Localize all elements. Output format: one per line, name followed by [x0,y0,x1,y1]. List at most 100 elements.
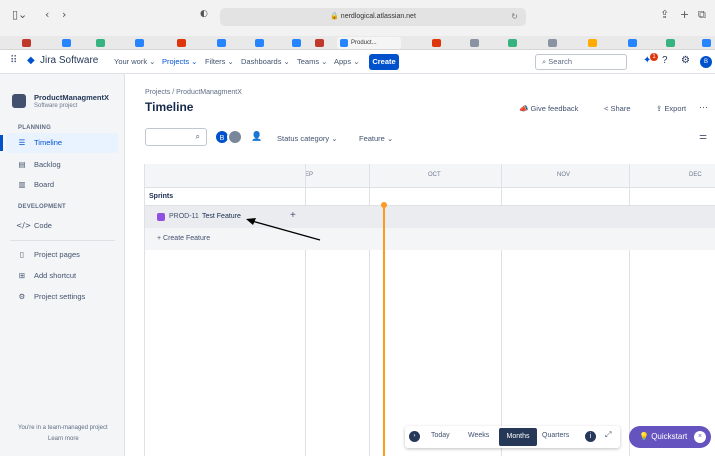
search-icon: ⌕ [542,57,547,66]
give-feedback-button[interactable]: 📣 Give feedback [519,104,578,113]
info-icon[interactable]: i [585,431,596,442]
breadcrumb: Projects / ProductManagmentX [145,89,242,96]
sidebar-item-label: Backlog [34,160,61,169]
sidebar-item-timeline[interactable]: ☰ Timeline [0,133,118,153]
address-bar[interactable]: 🔒 nerdlogical.atlassian.net ↻ [220,8,526,26]
forward-icon[interactable]: › [62,8,66,21]
favorite-tab-icon[interactable] [702,39,711,47]
month-label: OCT [428,172,441,178]
favorite-tab-icon[interactable] [255,39,264,47]
fullscreen-icon[interactable]: ⤢ [605,430,611,440]
settings-icon[interactable]: ⚙ [681,55,690,66]
favorite-tab-icon[interactable] [22,39,31,47]
back-icon[interactable]: ‹ [45,8,49,21]
learn-more-link[interactable]: Learn more [48,436,79,442]
backlog-icon: ▤ [18,160,26,169]
scroll-to-today-icon[interactable]: › [409,431,420,442]
sidebar-toggle-icon[interactable]: ▯⌄ [12,8,27,21]
favorite-tab-icon[interactable] [508,39,517,47]
sidebar-item-label: Timeline [34,138,63,147]
sidebar-item-code[interactable]: </> Code [16,221,52,230]
nav-projects[interactable]: Projects ⌄ [162,57,197,66]
status-category-filter[interactable]: Status category ⌄ [277,134,338,143]
favorites-bar: Product... [0,36,715,50]
project-name[interactable]: ProductManagmentX [34,93,109,102]
sidebar-footer-text: You're in a team-managed project [18,425,108,431]
code-icon: </> [16,221,32,230]
quickstart-button[interactable]: 💡 Quickstart × [629,426,711,448]
development-heading: DEVELOPMENT [18,204,66,210]
issue-key[interactable]: PROD-11 [169,213,199,220]
unassigned-avatar[interactable] [227,129,243,145]
nav-dashboards[interactable]: Dashboards ⌄ [241,57,290,66]
favorite-tab-icon[interactable] [432,39,441,47]
tab-overview-icon[interactable]: ⧉ [698,8,706,22]
search-input[interactable]: ⌕ Search [535,54,627,70]
favorite-tab-icon[interactable] [588,39,597,47]
close-icon[interactable]: × [694,431,706,443]
favorite-tab-icon[interactable] [666,39,675,47]
favorite-tab-icon[interactable] [548,39,557,47]
megaphone-icon: 📣 [519,104,529,113]
favorite-tab-icon[interactable] [292,39,301,47]
nav-projects-label: Projects [162,57,190,66]
nav-your-work[interactable]: Your work ⌄ [114,57,155,66]
gear-icon: ⚙ [18,292,26,301]
favorite-tab-icon[interactable] [628,39,637,47]
create-button[interactable]: Create [369,54,399,70]
feature-row[interactable]: PROD-11 Test Feature + [145,206,715,228]
jira-logo-text[interactable]: Jira Software [40,55,98,66]
help-icon[interactable]: ? [662,55,668,66]
today-button[interactable]: Today [431,432,450,439]
quarters-button[interactable]: Quarters [542,432,569,439]
sidebar-item-add-shortcut[interactable]: ⊞ Add shortcut [16,271,76,280]
annotation-arrow-icon [246,218,321,241]
favorite-tab-icon[interactable] [62,39,71,47]
favorite-tab-icon[interactable] [177,39,186,47]
sidebar-item-label: Add shortcut [34,271,77,280]
sidebar-item-label: Board [34,180,55,189]
share-sheet-icon[interactable]: ⇪ [660,8,669,21]
sidebar-item-backlog[interactable]: ▤ Backlog [16,160,61,169]
sidebar-item-label: Code [34,221,52,230]
breadcrumb-projects[interactable]: Projects [145,89,170,96]
weeks-button[interactable]: Weeks [468,432,489,439]
breadcrumb-project[interactable]: ProductManagmentX [176,89,242,96]
user-avatar[interactable]: B [700,56,712,68]
share-label: Share [610,104,631,113]
create-feature-row[interactable]: + Create Feature [145,228,715,250]
favorite-tab-icon[interactable] [470,39,479,47]
favorite-tab-icon[interactable] [96,39,105,47]
lock-icon: 🔒 [330,13,339,20]
favorite-tab-icon[interactable] [217,39,226,47]
create-feature-button[interactable]: + Create Feature [157,235,210,242]
new-tab-icon[interactable]: + [680,8,689,21]
favorite-tab-icon[interactable] [135,39,144,47]
sprints-label: Sprints [149,193,174,200]
more-actions-icon[interactable]: ⋯ [699,102,708,113]
reload-icon[interactable]: ↻ [511,8,518,26]
sidebar-item-project-settings[interactable]: ⚙ Project settings [16,292,86,301]
view-settings-icon[interactable]: ⚌ [699,131,707,142]
sidebar-item-project-pages[interactable]: ▯ Project pages [16,250,80,259]
months-button[interactable]: Months [499,428,537,446]
nav-teams[interactable]: Teams ⌄ [297,57,327,66]
nav-filters[interactable]: Filters ⌄ [205,57,234,66]
project-avatar[interactable] [12,94,26,108]
privacy-shield-icon[interactable]: ◐ [200,9,208,19]
active-tab-label: Product... [351,40,377,46]
url-text: nerdlogical.atlassian.net [340,13,416,20]
nav-apps[interactable]: Apps ⌄ [334,57,359,66]
export-button[interactable]: ⇪ Export [656,104,686,113]
add-people-icon[interactable]: 👤 [251,131,262,142]
jira-logo-icon[interactable]: ◆ [27,55,35,66]
app-switcher-icon[interactable]: ⠿ [10,55,17,66]
active-tab[interactable]: Product... [337,37,401,49]
issue-title[interactable]: Test Feature [202,213,241,220]
feature-filter[interactable]: Feature ⌄ [359,134,393,143]
favorite-tab-icon[interactable] [315,39,324,47]
share-button[interactable]: < Share [604,104,631,113]
today-line [383,204,385,456]
timeline-search-input[interactable]: ⌕ [145,128,207,146]
sidebar-item-board[interactable]: ▥ Board [16,180,54,189]
